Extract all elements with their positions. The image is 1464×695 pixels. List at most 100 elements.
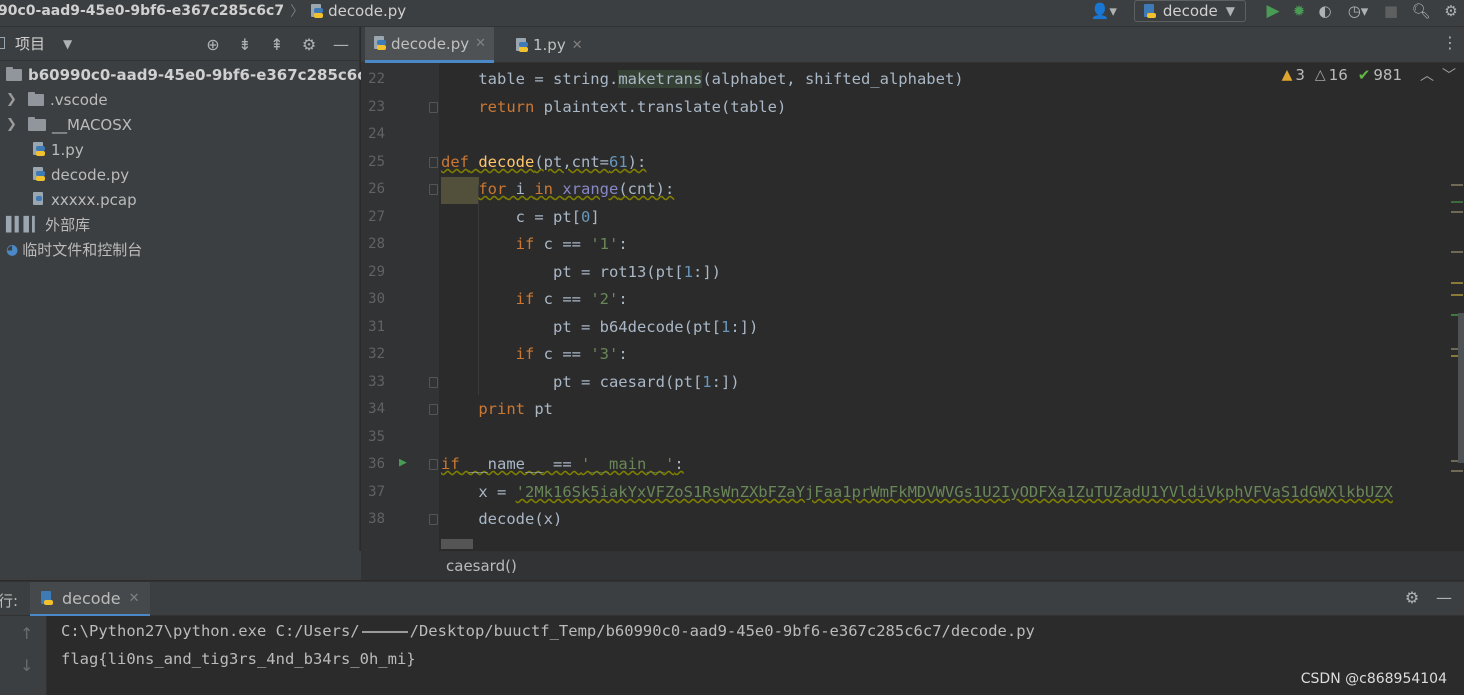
chevron-right-icon[interactable]: ❯ — [6, 92, 22, 107]
tree-item-decode-py[interactable]: decode.py — [32, 162, 129, 187]
line-number: 38 — [368, 511, 385, 527]
hide-panel-icon[interactable]: — — [325, 35, 357, 54]
tree-item-external-libraries[interactable]: ▌▍▌▎ 外部库 — [6, 212, 90, 237]
chevron-down-icon: ▼ — [1225, 4, 1235, 18]
gear-icon[interactable]: ⚙ — [1396, 588, 1428, 607]
fold-marker-icon[interactable] — [429, 404, 438, 415]
chevron-right-icon[interactable]: ❯ — [6, 117, 22, 132]
project-panel-title[interactable]: 项目 — [15, 33, 45, 54]
typo-count: 981 — [1373, 66, 1402, 84]
tab-label: decode.py — [391, 34, 470, 53]
unknown-file-icon — [32, 192, 46, 207]
python-file-icon — [515, 37, 529, 53]
stripe-mark[interactable] — [1451, 251, 1463, 253]
line-number: 28 — [368, 236, 385, 252]
code-line-25: def decode(pt,cnt=61): — [441, 153, 647, 171]
tree-item-vscode[interactable]: ❯ .vscode — [6, 87, 108, 112]
folder-icon — [28, 116, 46, 131]
console-command-line: C:\Python27\python.exe C:/Users//Desktop… — [61, 622, 1035, 640]
stop-icon[interactable]: ■ — [1378, 0, 1404, 22]
stripe-mark[interactable] — [1451, 470, 1463, 472]
warning-count: 3 — [1295, 66, 1305, 84]
console-output-line: flag{li0ns_and_tig3rs_4nd_b34rs_0h_mi} — [61, 650, 416, 668]
editor-tab-bar: decode.py ✕ 1.py ✕ ⋮ — [361, 27, 1464, 63]
more-icon[interactable]: ⋮ — [1442, 33, 1458, 52]
chevron-down-icon[interactable]: ▼ — [63, 37, 72, 51]
locate-file-icon[interactable]: ⊕ — [197, 35, 229, 54]
inspection-widget[interactable]: ▲ 3 △ 16 ✔ 981 ︿ ﹀ — [1275, 65, 1456, 85]
line-number: 35 — [368, 429, 385, 445]
fold-marker-icon[interactable] — [429, 184, 438, 195]
breadcrumb-file[interactable]: decode.py — [328, 2, 406, 20]
vertical-scrollbar[interactable] — [1458, 313, 1464, 463]
gear-icon[interactable]: ⚙ — [1438, 0, 1464, 22]
stripe-mark[interactable] — [1451, 184, 1463, 186]
scroll-up-icon[interactable]: ↑ — [20, 624, 33, 643]
line-number: 33 — [368, 374, 385, 390]
collapse-all-icon[interactable]: ⇞ — [261, 35, 293, 54]
tab-1-py[interactable]: 1.py ✕ — [507, 27, 591, 63]
console-toolbar: ↑ ↓ — [0, 616, 47, 695]
tree-item-1py[interactable]: 1.py — [32, 137, 84, 162]
debug-icon[interactable]: ✹ — [1286, 0, 1312, 22]
profile-icon[interactable]: ◷▾ — [1338, 0, 1378, 22]
next-problem-icon[interactable]: ﹀ — [1442, 65, 1456, 85]
editor-breadcrumb: caesard() — [361, 551, 1464, 580]
stripe-mark[interactable] — [1451, 294, 1463, 296]
user-icon[interactable]: 👤▾ — [1084, 0, 1124, 22]
gear-icon[interactable]: ⚙ — [293, 35, 325, 54]
project-panel: 项目 ▼ ⊕ ⇟ ⇞ ⚙ — b60990c0-aad9-45e0-9bf6-e… — [0, 27, 398, 580]
breadcrumb-separator: 〉 — [290, 4, 305, 20]
scroll-down-icon[interactable]: ↓ — [20, 656, 33, 675]
line-number: 26 — [368, 181, 385, 197]
search-icon[interactable]: 🔍︎ — [1404, 0, 1438, 22]
tree-root-label: b60990c0-aad9-45e0-9bf6-e367c285c6c7 — [28, 65, 377, 84]
fold-marker-icon[interactable] — [429, 514, 438, 525]
fold-marker-icon[interactable] — [429, 102, 438, 113]
tree-item-label: decode.py — [51, 165, 130, 184]
line-number: 27 — [368, 209, 385, 225]
run-tab-decode[interactable]: decode ✕ — [30, 582, 150, 617]
previous-problem-icon[interactable]: ︿ — [1420, 65, 1434, 85]
stripe-mark[interactable] — [1451, 282, 1463, 284]
navigation-bar: 90c0-aad9-45e0-9bf6-e367c285c6c7 〉 decod… — [0, 0, 1464, 27]
expand-all-icon[interactable]: ⇟ — [229, 35, 261, 54]
library-icon: ▌▍▌▎ — [6, 216, 43, 233]
fold-marker-icon[interactable] — [429, 459, 438, 470]
tree-item-scratches[interactable]: ◕ 临时文件和控制台 — [6, 237, 142, 262]
run-icon[interactable]: ▶ — [1260, 0, 1286, 22]
stripe-mark[interactable] — [1451, 201, 1463, 203]
run-configuration-select[interactable]: decode ▼ — [1133, 0, 1246, 22]
tree-item-label: xxxxx.pcap — [51, 190, 137, 209]
line-number: 30 — [368, 291, 385, 307]
run-console[interactable]: ↑ ↓ C:\Python27\python.exe C:/Users//Des… — [0, 616, 1464, 695]
breadcrumb-project[interactable]: 90c0-aad9-45e0-9bf6-e367c285c6c7 — [0, 3, 284, 19]
scratch-icon: ◕ — [6, 241, 19, 258]
fold-marker-icon[interactable] — [429, 157, 438, 168]
line-number: 23 — [368, 99, 385, 115]
hide-panel-icon[interactable]: — — [1428, 588, 1460, 607]
run-gutter-icon[interactable]: ▶ — [399, 455, 407, 470]
stripe-mark[interactable] — [1451, 211, 1463, 213]
coverage-icon[interactable]: ◐ — [1312, 0, 1338, 22]
tab-decode-py[interactable]: decode.py ✕ — [365, 27, 494, 63]
tree-item-macosx[interactable]: ❯ __MACOSX — [6, 112, 132, 137]
editor-gutter: 22 23 24 25 26 27 28 29 30 31 32 33 34 3… — [361, 63, 439, 551]
weak-warning-count: 16 — [1328, 66, 1348, 84]
project-view-icon — [0, 37, 5, 49]
tree-root-folder[interactable]: b60990c0-aad9-45e0-9bf6-e367c285c6c7 C: — [6, 62, 398, 87]
code-editor[interactable]: 22 23 24 25 26 27 28 29 30 31 32 33 34 3… — [361, 63, 1464, 551]
line-number: 24 — [368, 126, 385, 142]
close-icon[interactable]: ✕ — [475, 36, 486, 51]
line-number: 22 — [368, 71, 385, 87]
close-icon[interactable]: ✕ — [129, 591, 140, 606]
code-line-22: table = string.maketrans(alphabet, shift… — [441, 70, 964, 88]
code-hint-block — [441, 539, 473, 549]
fold-marker-icon[interactable] — [429, 377, 438, 388]
python-file-icon — [32, 167, 46, 182]
code-line-36: if __name__ == '__main__': — [441, 455, 684, 473]
editor-breadcrumb-item[interactable]: caesard() — [446, 557, 517, 575]
close-icon[interactable]: ✕ — [572, 38, 583, 53]
tree-item-pcap[interactable]: xxxxx.pcap — [32, 187, 137, 212]
code-line-29: pt = rot13(pt[1:]) — [552, 263, 721, 281]
